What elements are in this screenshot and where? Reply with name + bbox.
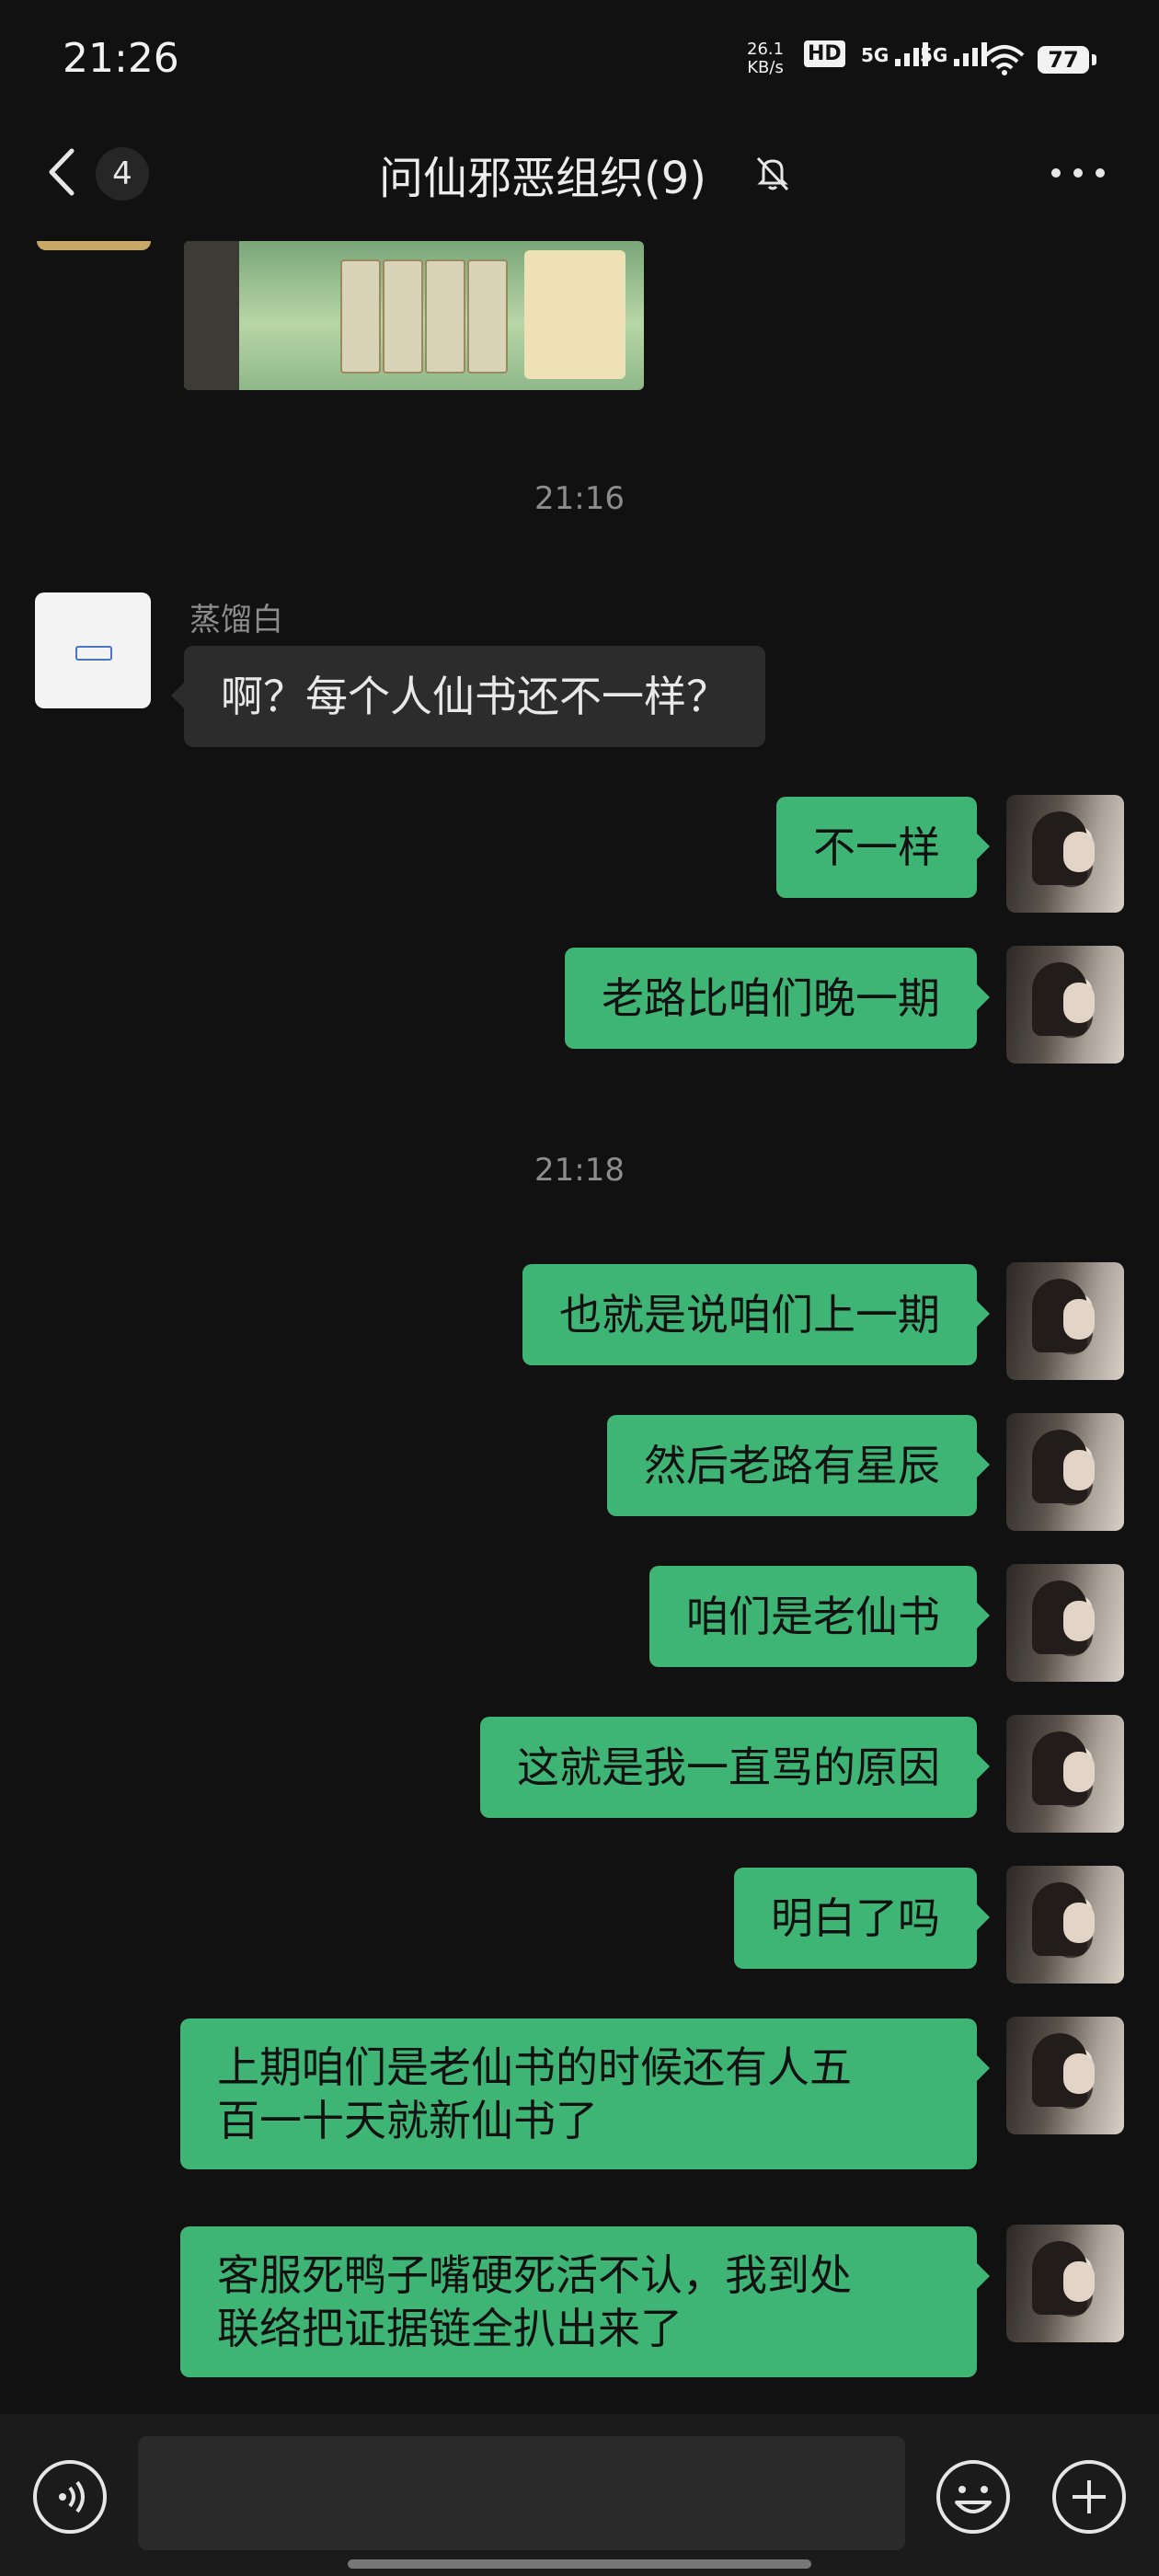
- status-time: 21:26: [63, 35, 179, 82]
- message-line: 百一十天就新仙书了: [217, 2096, 598, 2145]
- avatar[interactable]: [1006, 795, 1124, 913]
- avatar[interactable]: [1006, 1715, 1124, 1833]
- network-speed: 26.1 KB/s: [747, 40, 784, 77]
- avatar[interactable]: [1006, 1413, 1124, 1531]
- message-bubble-out[interactable]: 也就是说咱们上一期: [522, 1264, 990, 1365]
- network-speed-value: 26.1: [747, 40, 785, 59]
- plus-icon[interactable]: [1050, 2458, 1128, 2536]
- chat-header: 4 问仙邪恶组织(9): [0, 129, 1159, 221]
- message-bubble-out[interactable]: 咱们是老仙书: [649, 1566, 990, 1667]
- message-bubble-out[interactable]: 上期咱们是老仙书的时候还有人五 百一十天就新仙书了: [180, 2018, 990, 2169]
- avatar[interactable]: [1006, 1262, 1124, 1380]
- unread-count-badge[interactable]: 4: [96, 147, 149, 201]
- voice-icon[interactable]: [31, 2458, 109, 2536]
- timestamp: 21:16: [534, 480, 625, 517]
- shared-image[interactable]: [184, 241, 644, 390]
- avatar[interactable]: [1006, 946, 1124, 1064]
- avatar-face: [1063, 2261, 1095, 2302]
- message-line: 上期咱们是老仙书的时候还有人五: [217, 2042, 852, 2092]
- message-input[interactable]: [138, 2436, 905, 2550]
- home-indicator[interactable]: [348, 2559, 811, 2569]
- avatar-face: [1063, 1752, 1095, 1792]
- input-bar: [0, 2414, 1159, 2576]
- emoji-icon[interactable]: [935, 2458, 1012, 2536]
- image-card: [383, 259, 423, 374]
- message-line: 客服死鸭子嘴硬死活不认，我到处: [217, 2250, 852, 2300]
- message-bubble-out[interactable]: 这就是我一直骂的原因: [480, 1717, 990, 1818]
- more-options-icon[interactable]: [1049, 164, 1107, 182]
- message-bubble-in[interactable]: 啊？每个人仙书还不一样？: [171, 646, 765, 747]
- avatar-face: [1063, 1903, 1095, 1943]
- avatar[interactable]: [1006, 2225, 1124, 2342]
- timestamp: 21:18: [534, 1152, 625, 1189]
- avatar[interactable]: [35, 592, 151, 708]
- image-card: [425, 259, 465, 374]
- chat-title[interactable]: 问仙邪恶组织(9): [350, 142, 736, 206]
- avatar-partial: [37, 241, 151, 250]
- avatar-face: [1063, 983, 1095, 1023]
- battery-icon: 77: [1038, 46, 1096, 74]
- avatar-face: [1063, 832, 1095, 872]
- network-speed-unit: KB/s: [747, 58, 784, 77]
- message-line: 联络把证据链全扒出来了: [217, 2304, 683, 2353]
- image-side-panel: [184, 241, 239, 390]
- avatar[interactable]: [1006, 1866, 1124, 1984]
- avatar-face: [1063, 1450, 1095, 1490]
- back-arrow-icon[interactable]: [40, 142, 88, 202]
- avatar[interactable]: [1006, 1564, 1124, 1682]
- avatar-battery-icon: [75, 646, 112, 661]
- mute-bell-icon: [756, 156, 789, 191]
- signal-label-2: 5G: [920, 44, 948, 66]
- message-bubble-out[interactable]: 客服死鸭子嘴硬死活不认，我到处 联络把证据链全扒出来了: [180, 2226, 990, 2377]
- sender-name: 蒸馏白: [189, 602, 283, 638]
- message-bubble-out[interactable]: 然后老路有星辰: [607, 1415, 990, 1516]
- avatar-face: [1063, 1601, 1095, 1641]
- avatar-face: [1063, 1299, 1095, 1340]
- hd-label: HD: [804, 40, 845, 67]
- image-card: [467, 259, 508, 374]
- wifi-icon: [984, 45, 1025, 75]
- status-bar: 21:26 26.1 KB/s HD 5G 5G 77: [0, 0, 1159, 120]
- message-bubble-out[interactable]: 老路比咱们晚一期: [565, 948, 990, 1049]
- signal-label-1: 5G: [861, 44, 889, 66]
- image-card: [340, 259, 381, 374]
- message-bubble-out[interactable]: 明白了吗: [734, 1868, 990, 1969]
- message-bubble-out[interactable]: 不一样: [776, 797, 990, 898]
- hd-icon: HD: [804, 40, 845, 67]
- image-reward-panel: [524, 250, 625, 379]
- avatar-face: [1063, 2053, 1095, 2094]
- avatar[interactable]: [1006, 2017, 1124, 2134]
